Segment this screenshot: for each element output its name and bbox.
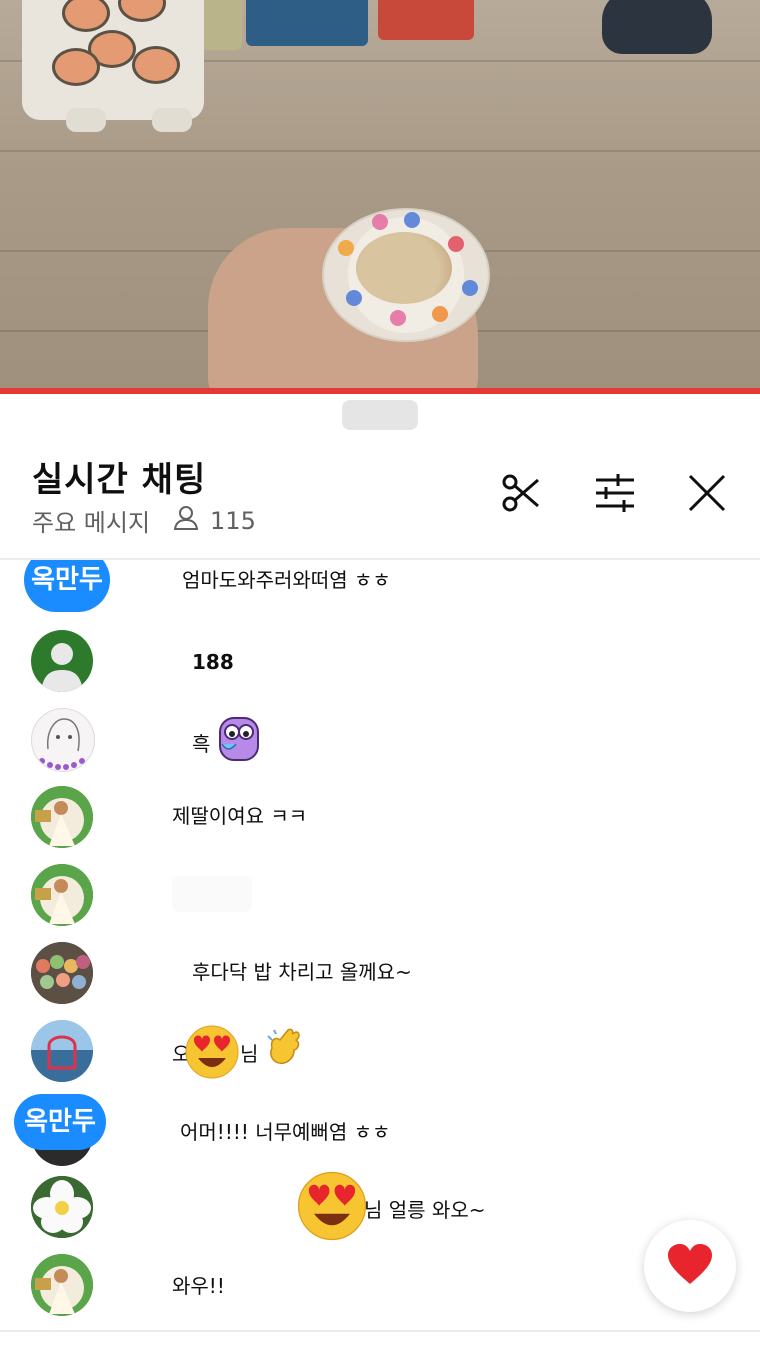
crying-sticker-icon — [214, 714, 264, 762]
chat-mode-selector[interactable]: 주요 메시지 — [32, 503, 150, 538]
reaction-button[interactable] — [644, 1220, 736, 1312]
chat-message: 옥만두 어머!!!! 너무예뻐염 ㅎㅎ — [0, 1090, 760, 1168]
figurine — [602, 0, 712, 54]
user-badge: 옥만두 — [14, 1094, 106, 1150]
chat-message: 후다닥 밥 차리고 올께요~ — [0, 934, 760, 1012]
avatar[interactable] — [31, 708, 95, 772]
message-text: 188 — [192, 650, 234, 674]
chat-message: 188 — [0, 622, 760, 700]
message-text: 후다닥 밥 차리고 올께요~ — [192, 960, 412, 984]
message-text: 와우!! — [172, 1274, 225, 1298]
message-text: 어머!!!! 너무예뻐염 ㅎㅎ — [180, 1120, 391, 1144]
message-text: 제딸이여요 ㅋㅋ — [172, 804, 308, 828]
message-text: 흑 — [192, 732, 211, 756]
clapping-hands-icon — [264, 1026, 304, 1068]
avatar[interactable] — [31, 1020, 93, 1082]
chat-message: 흑 — [0, 700, 760, 778]
avatar[interactable] — [31, 942, 93, 1004]
person-icon — [172, 505, 200, 537]
flower-pot — [22, 0, 204, 132]
message-text-end: 님 — [240, 1042, 259, 1066]
scissors-icon[interactable] — [496, 468, 546, 518]
video-player[interactable] — [0, 0, 760, 392]
tune-icon[interactable] — [590, 468, 640, 518]
heart-icon — [666, 1242, 714, 1290]
user-badge: 옥만두 — [24, 560, 110, 612]
viewer-count: 115 — [210, 506, 256, 535]
avatar[interactable] — [31, 864, 93, 926]
avatar[interactable] — [31, 786, 93, 848]
chat-message: 제딸이여요 ㅋㅋ — [0, 778, 760, 856]
message-text: 엄마도와주러와떠염 ㅎㅎ — [182, 568, 391, 592]
chat-message-list[interactable]: 옥만두 엄마도와주러와떠염 ㅎㅎ 188 흑 제딸이여요 ㅋㅋ 후다닥 밥 차리… — [0, 560, 760, 1330]
heart-eyes-emoji-icon — [296, 1170, 368, 1242]
chat-message: 님 얼릉 와오~ — [0, 1168, 760, 1246]
chat-message — [0, 856, 760, 934]
message-text: 님 얼릉 와오~ — [364, 1198, 486, 1222]
avatar[interactable] — [31, 1176, 93, 1238]
heart-eyes-emoji-icon — [184, 1024, 240, 1080]
chat-message: 옥만두 엄마도와주러와떠염 ㅎㅎ — [0, 560, 760, 622]
message-text — [172, 876, 252, 912]
pot-blue — [246, 0, 368, 46]
avatar[interactable] — [31, 1254, 93, 1316]
chat-title: 실시간 채팅 — [32, 460, 207, 500]
pot-red — [378, 0, 474, 40]
close-icon[interactable] — [682, 468, 732, 518]
avatar[interactable] — [31, 630, 93, 692]
drag-handle[interactable] — [342, 400, 418, 430]
chat-message: 오 님 — [0, 1012, 760, 1090]
